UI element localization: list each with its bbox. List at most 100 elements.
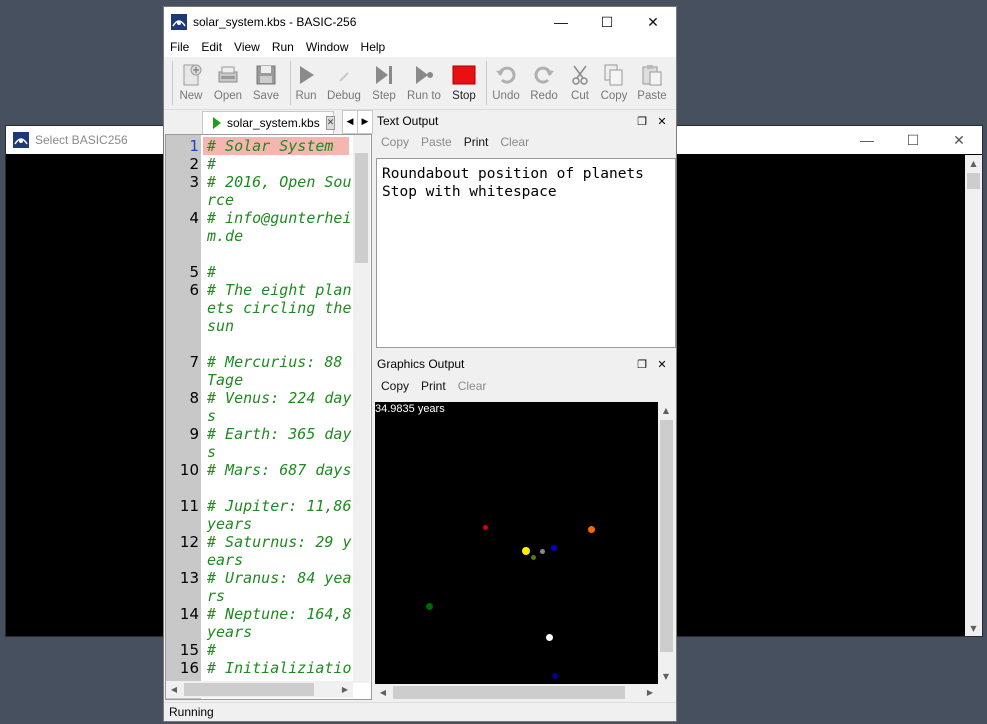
editor-horizontal-scrollbar[interactable]: ◀ ▶ bbox=[166, 681, 353, 698]
graphics-clear-button[interactable]: Clear bbox=[452, 379, 493, 393]
copy-icon bbox=[604, 64, 623, 86]
scroll-up-arrow-icon[interactable]: ▲ bbox=[965, 155, 982, 171]
code-editor[interactable]: 1 2 3 4 5 6 7 8 9 10 11 12 13 14 15 16 # Solar System # #… bbox=[165, 134, 372, 700]
background-window-scrollbar[interactable]: ▲ ▼ bbox=[965, 155, 982, 636]
main-window[interactable]: solar_system.kbs - BASIC-256 — ☐ ✕ File … bbox=[163, 6, 677, 722]
tab-solar-system[interactable]: solar_system.kbs ✕ bbox=[202, 111, 336, 135]
text-output-title: Text Output bbox=[377, 114, 439, 128]
text-output-header: Text Output ❐ ✕ bbox=[375, 110, 675, 132]
editor-vertical-scrollbar[interactable] bbox=[353, 135, 370, 683]
scroll-left-arrow-icon[interactable]: ◀ bbox=[375, 684, 391, 700]
text-clear-button[interactable]: Clear bbox=[494, 135, 535, 149]
save-button[interactable]: Save bbox=[246, 61, 286, 107]
new-file-icon bbox=[183, 64, 202, 86]
text-paste-button[interactable]: Paste bbox=[415, 135, 458, 149]
save-icon bbox=[256, 65, 276, 85]
code-line[interactable]: # bbox=[207, 263, 352, 281]
redo-button[interactable]: Redo bbox=[524, 61, 564, 107]
close-icon[interactable]: ✕ bbox=[655, 115, 669, 128]
scroll-right-arrow-icon[interactable]: ▶ bbox=[642, 684, 658, 700]
code-line[interactable]: # Initializiatio bbox=[207, 659, 352, 677]
code-line[interactable]: # Jupiter: 11,86 years bbox=[207, 497, 352, 533]
text-print-button[interactable]: Print bbox=[458, 135, 495, 149]
uranus-dot bbox=[546, 634, 553, 641]
menu-run[interactable]: Run bbox=[266, 40, 300, 54]
basic256-app-icon bbox=[13, 132, 29, 148]
minimize-button[interactable]: — bbox=[844, 126, 890, 154]
run-button[interactable]: Run bbox=[286, 61, 326, 107]
scroll-thumb[interactable] bbox=[967, 173, 980, 189]
scroll-up-arrow-icon[interactable]: ▲ bbox=[658, 402, 674, 418]
open-icon bbox=[218, 66, 238, 83]
graphics-copy-button[interactable]: Copy bbox=[375, 379, 415, 393]
menu-file[interactable]: File bbox=[164, 40, 195, 54]
line-number: 7 bbox=[189, 353, 199, 371]
close-icon[interactable]: ✕ bbox=[655, 358, 669, 371]
scroll-thumb[interactable] bbox=[184, 683, 314, 696]
scroll-right-arrow-icon[interactable]: ▶ bbox=[337, 681, 353, 697]
undock-icon[interactable]: ❐ bbox=[635, 115, 649, 128]
code-line[interactable]: # Mars: 687 days bbox=[207, 461, 352, 479]
open-button[interactable]: Open bbox=[208, 61, 248, 107]
graphics-canvas[interactable]: 34.9835 years bbox=[375, 402, 658, 684]
code-line[interactable]: # bbox=[207, 641, 352, 659]
line-number: 10 bbox=[179, 461, 199, 479]
text-copy-button[interactable]: Copy bbox=[375, 135, 415, 149]
code-line[interactable]: # Neptune: 164,8 years bbox=[207, 605, 352, 641]
copy-button[interactable]: Copy bbox=[594, 61, 634, 107]
menu-edit[interactable]: Edit bbox=[195, 40, 228, 54]
run-to-button[interactable]: Run to bbox=[404, 61, 444, 107]
scroll-thumb[interactable] bbox=[393, 686, 625, 699]
menu-help[interactable]: Help bbox=[355, 40, 392, 54]
stop-button[interactable]: Stop bbox=[444, 61, 484, 107]
graphics-print-button[interactable]: Print bbox=[415, 379, 452, 393]
text-output-toolbar: Copy Paste Print Clear bbox=[375, 131, 675, 153]
code-line[interactable]: # The eight planets circling the sun bbox=[207, 281, 352, 335]
code-line[interactable]: # Saturnus: 29 years bbox=[207, 533, 352, 569]
toolbar: New Open Save Run Debug Step Run to Stop… bbox=[164, 57, 676, 110]
line-number: 14 bbox=[179, 605, 199, 623]
graphics-output-header: Graphics Output ❐ ✕ bbox=[375, 353, 675, 375]
code-line[interactable]: # Uranus: 84 years bbox=[207, 569, 352, 605]
main-window-titlebar[interactable]: solar_system.kbs - BASIC-256 — ☐ ✕ bbox=[164, 7, 676, 37]
code-line[interactable]: # Earth: 365 days bbox=[207, 425, 352, 461]
minimize-button[interactable]: — bbox=[538, 8, 584, 36]
graphics-vertical-scrollbar[interactable]: ▲ ▼ bbox=[658, 402, 675, 684]
step-button[interactable]: Step bbox=[364, 61, 404, 107]
status-bar: Running bbox=[164, 702, 676, 721]
graphics-output-toolbar: Copy Print Clear bbox=[375, 375, 675, 397]
step-icon bbox=[376, 66, 392, 84]
background-window-title: Select BASIC256 bbox=[35, 133, 128, 147]
scroll-thumb[interactable] bbox=[660, 420, 673, 652]
graphics-horizontal-scrollbar[interactable]: ◀ ▶ bbox=[375, 684, 658, 701]
code-line[interactable]: # 2016, Open Source bbox=[207, 173, 352, 209]
code-line[interactable]: # Venus: 224 days bbox=[207, 389, 352, 425]
running-play-icon bbox=[213, 117, 221, 129]
undo-button[interactable]: Undo bbox=[486, 61, 526, 107]
maximize-button[interactable]: ☐ bbox=[584, 8, 630, 36]
venus-dot bbox=[531, 555, 536, 560]
menu-window[interactable]: Window bbox=[300, 40, 355, 54]
basic256-app-icon bbox=[171, 14, 187, 30]
scroll-thumb[interactable] bbox=[355, 153, 368, 263]
text-output-area[interactable]: Roundabout position of planets Stop with… bbox=[376, 158, 676, 348]
undock-icon[interactable]: ❐ bbox=[635, 358, 649, 371]
new-button[interactable]: New bbox=[171, 61, 211, 107]
code-line[interactable]: # info@gunterheim.de bbox=[207, 209, 352, 245]
code-line[interactable]: # Mercurius: 88 Tage bbox=[207, 353, 352, 389]
code-line[interactable]: # bbox=[207, 155, 352, 173]
scissors-icon bbox=[572, 65, 588, 85]
close-button[interactable]: ✕ bbox=[936, 126, 982, 154]
close-button[interactable]: ✕ bbox=[630, 8, 676, 36]
debug-button[interactable]: Debug bbox=[324, 61, 364, 107]
maximize-button[interactable]: ☐ bbox=[890, 126, 936, 154]
menu-view[interactable]: View bbox=[228, 40, 266, 54]
scroll-down-arrow-icon[interactable]: ▼ bbox=[965, 620, 982, 636]
scroll-left-arrow-icon[interactable]: ◀ bbox=[166, 681, 182, 697]
tab-close-icon[interactable]: ✕ bbox=[325, 116, 336, 130]
tab-scroll-left-icon[interactable]: ◀ bbox=[342, 110, 358, 134]
code-line[interactable]: # Solar System bbox=[207, 137, 352, 155]
paste-button[interactable]: Paste bbox=[632, 61, 672, 107]
scroll-down-arrow-icon[interactable]: ▼ bbox=[658, 668, 674, 684]
tab-scroll-right-icon[interactable]: ▶ bbox=[357, 110, 373, 134]
